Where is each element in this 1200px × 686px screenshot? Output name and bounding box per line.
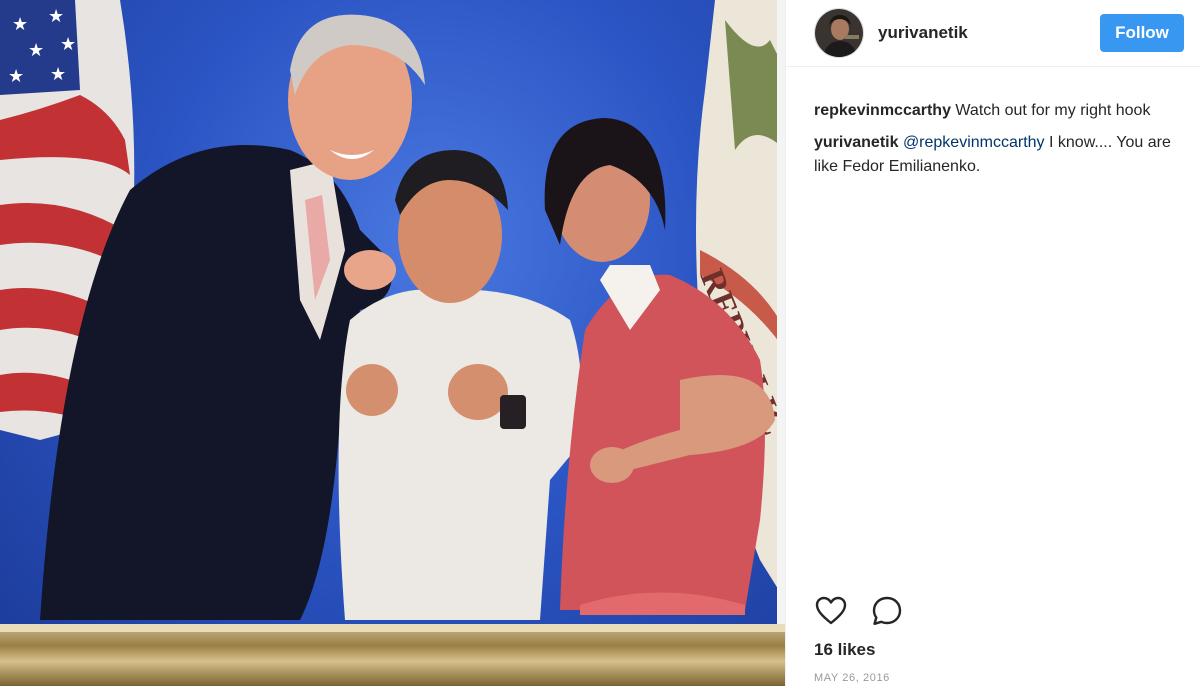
svg-text:★: ★ [60, 34, 76, 55]
svg-text:★: ★ [8, 66, 24, 87]
comment-button[interactable] [870, 594, 904, 628]
post-date: MAY 26, 2016 [814, 672, 890, 684]
post-header: yurivanetik Follow [786, 0, 1200, 67]
follow-button[interactable]: Follow [1100, 14, 1184, 52]
comment-author[interactable]: yurivanetik [814, 134, 898, 151]
svg-text:★: ★ [28, 40, 44, 61]
post-actions [786, 594, 1200, 628]
instagram-post: ★ ★ ★ ★ ★ ★ REPUBLIC [0, 0, 1200, 686]
heart-outline-icon [815, 596, 847, 625]
picture-frame [0, 624, 785, 686]
comment-author[interactable]: repkevinmccarthy [814, 102, 951, 119]
post-photo[interactable]: ★ ★ ★ ★ ★ ★ REPUBLIC [0, 0, 785, 686]
comment-bubble-icon [872, 596, 902, 625]
username[interactable]: yurivanetik [878, 23, 1100, 43]
likes-count[interactable]: 16 likes [814, 640, 875, 660]
photo-scene: ★ ★ ★ ★ ★ ★ REPUBLIC [0, 0, 785, 620]
comment: repkevinmccarthy Watch out for my right … [814, 99, 1172, 123]
like-button[interactable] [814, 594, 848, 628]
post-details-panel: yurivanetik Follow repkevinmccarthy Watc… [785, 0, 1200, 686]
svg-text:★: ★ [48, 6, 64, 27]
person-center [338, 150, 582, 620]
svg-text:★: ★ [50, 64, 66, 85]
avatar[interactable] [814, 8, 864, 58]
photo-edge [777, 0, 785, 686]
comments-list: repkevinmccarthy Watch out for my right … [786, 67, 1200, 179]
comment-mention[interactable]: @repkevinmccarthy [903, 134, 1045, 151]
profile-photo-icon [815, 9, 863, 57]
comment: yurivanetik @repkevinmccarthy I know....… [814, 131, 1172, 179]
comment-text: Watch out for my right hook [950, 102, 1151, 119]
svg-text:★: ★ [12, 14, 28, 35]
